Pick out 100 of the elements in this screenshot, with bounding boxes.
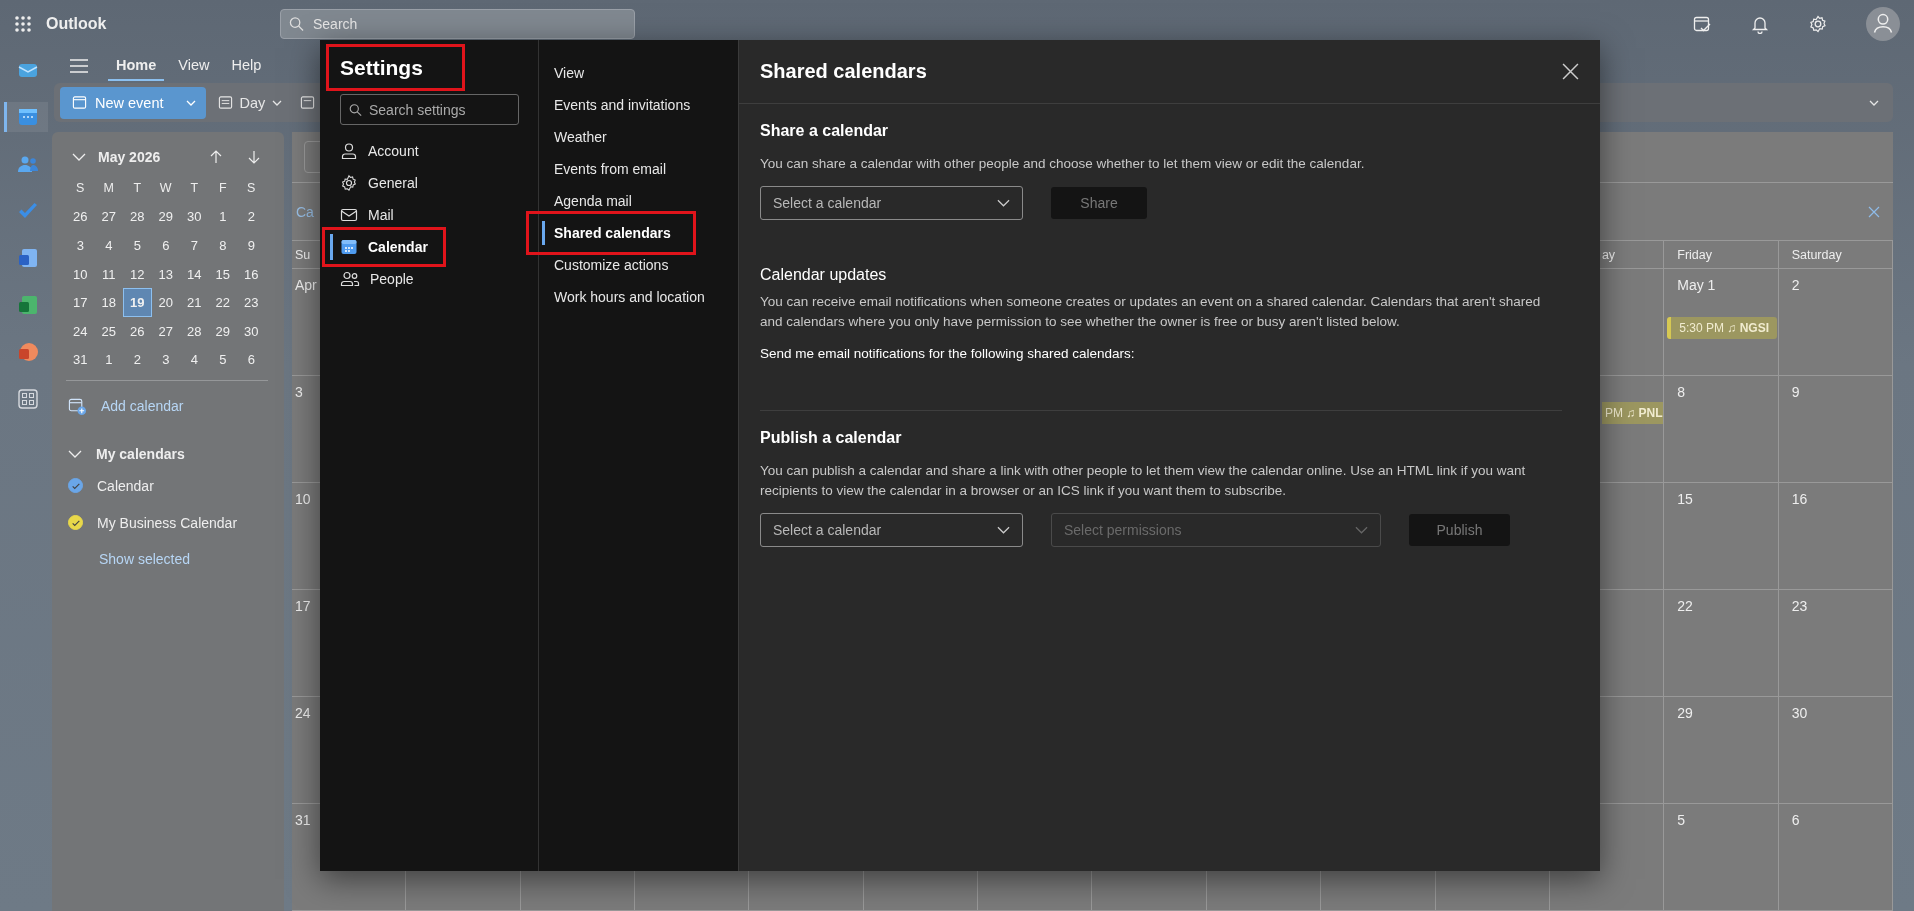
calendar-day[interactable]: 4 bbox=[94, 231, 123, 260]
search-field[interactable]: Search settings bbox=[340, 94, 519, 125]
calendar-day[interactable]: 2 bbox=[237, 202, 266, 232]
calendar-dropdown[interactable]: Select a calendar bbox=[760, 186, 1023, 220]
calendar-day[interactable]: 11 bbox=[94, 259, 123, 289]
calendar-day[interactable]: 26 bbox=[123, 316, 152, 346]
date-label: 31 bbox=[295, 812, 311, 828]
day-cell[interactable]: 2 bbox=[1778, 269, 1893, 376]
calendar-day[interactable]: 5 bbox=[208, 345, 237, 375]
ribbon-tab[interactable]: Help bbox=[223, 50, 270, 81]
calendar-day[interactable]: 27 bbox=[94, 202, 123, 232]
ribbon-tab[interactable]: View bbox=[170, 50, 218, 81]
calendar-day[interactable]: 27 bbox=[151, 316, 180, 346]
settings-subpage[interactable]: View bbox=[542, 61, 589, 85]
day-cell[interactable]: May 1 5:30 PM ♫ NGSI bbox=[1664, 269, 1779, 376]
new-event-button[interactable]: New event bbox=[60, 86, 176, 119]
calendar-day[interactable]: 16 bbox=[237, 259, 266, 289]
bell-icon[interactable] bbox=[1750, 14, 1770, 34]
chevron-down-icon[interactable] bbox=[72, 153, 86, 161]
day-cell[interactable]: 15 bbox=[1664, 483, 1779, 590]
app-rail-button[interactable] bbox=[4, 102, 48, 132]
calendar-name[interactable]: Calendar bbox=[97, 477, 154, 494]
settings-category[interactable]: Account bbox=[330, 138, 423, 164]
menu-icon[interactable] bbox=[70, 58, 88, 73]
day-cell[interactable]: 9 bbox=[1778, 376, 1893, 483]
calendar-day[interactable]: 5 bbox=[123, 231, 152, 260]
settings-category[interactable]: People bbox=[330, 266, 418, 292]
avatar-icon[interactable] bbox=[1866, 7, 1900, 41]
settings-subpage[interactable]: Work hours and location bbox=[542, 285, 709, 309]
calendar-day[interactable]: 23 bbox=[237, 288, 266, 317]
calendar-day[interactable]: 6 bbox=[151, 231, 180, 260]
chevron-down-icon[interactable] bbox=[1869, 99, 1879, 106]
calendar-day[interactable]: 14 bbox=[180, 259, 209, 289]
add-calendar-link[interactable]: Add calendar bbox=[101, 398, 184, 415]
description-text: You can publish a calendar and share a link with other people to let them view the calendar online. Use an HTML link if you want recipients to view the calendar in a browser or an ICS link if you want them to subscribe. bbox=[760, 462, 1527, 500]
calendar-day[interactable]: 28 bbox=[180, 316, 209, 346]
calendar-day[interactable]: 18 bbox=[94, 288, 123, 317]
day-cell[interactable]: 29 bbox=[1664, 697, 1779, 804]
calendar-day[interactable]: 28 bbox=[123, 202, 152, 232]
arrow-down-icon[interactable] bbox=[248, 150, 260, 164]
event-chip[interactable]: PM ♫ PNL bbox=[1601, 402, 1664, 424]
calendar-day[interactable]: 6 bbox=[237, 345, 266, 375]
calendar-day[interactable]: 29 bbox=[208, 316, 237, 346]
calendar-checkbox[interactable] bbox=[68, 515, 83, 531]
arrow-up-icon[interactable] bbox=[210, 150, 222, 164]
calendar-day[interactable]: 8 bbox=[208, 231, 237, 260]
settings-subpage[interactable]: Agenda mail bbox=[542, 189, 636, 213]
settings-subpage[interactable]: Events and invitations bbox=[542, 93, 695, 117]
calendar-day[interactable]: 7 bbox=[180, 231, 209, 260]
day-cell[interactable]: 23 bbox=[1778, 590, 1893, 697]
calendar-day[interactable]: 4 bbox=[180, 345, 209, 375]
calendar-check-icon[interactable] bbox=[1692, 14, 1712, 34]
settings-subpage[interactable]: Weather bbox=[542, 125, 611, 149]
calendar-day[interactable]: 15 bbox=[208, 259, 237, 289]
calendar-day[interactable]: 19 bbox=[123, 288, 152, 317]
calendar-checkbox[interactable] bbox=[68, 478, 83, 494]
show-selected-link[interactable]: Show selected bbox=[99, 551, 191, 568]
day-cell[interactable]: 5 bbox=[1664, 804, 1779, 911]
day-cell[interactable]: 6 bbox=[1778, 804, 1893, 911]
settings-subpage[interactable]: Shared calendars bbox=[542, 221, 675, 245]
new-event-dropdown[interactable] bbox=[175, 86, 206, 119]
calendar-day[interactable]: 3 bbox=[66, 231, 95, 260]
day-cell[interactable]: 8 bbox=[1664, 376, 1779, 483]
calendar-name[interactable]: My Business Calendar bbox=[97, 514, 238, 531]
settings-category[interactable]: General bbox=[330, 170, 422, 196]
event-chip[interactable]: 5:30 PM ♫ NGSI bbox=[1667, 317, 1777, 339]
calendar-day[interactable]: 1 bbox=[94, 345, 123, 375]
settings-icon[interactable] bbox=[1808, 14, 1828, 34]
settings-category[interactable]: Calendar bbox=[330, 234, 432, 260]
day-cell[interactable]: 22 bbox=[1664, 590, 1779, 697]
calendar-day[interactable]: 30 bbox=[237, 316, 266, 346]
settings-subpage[interactable]: Events from email bbox=[542, 157, 671, 181]
calendar-day[interactable]: 30 bbox=[180, 202, 209, 232]
calendar-week-icon[interactable] bbox=[300, 95, 316, 110]
calendar-day[interactable]: 25 bbox=[94, 316, 123, 346]
settings-category[interactable]: Mail bbox=[330, 202, 398, 228]
calendar-day[interactable]: 1 bbox=[208, 202, 237, 232]
calendar-day[interactable]: 17 bbox=[66, 288, 95, 317]
search-field[interactable]: Search bbox=[280, 9, 635, 39]
calendar-day[interactable]: 31 bbox=[66, 345, 95, 375]
calendar-day[interactable]: 29 bbox=[151, 202, 180, 232]
calendar-day[interactable]: 21 bbox=[180, 288, 209, 317]
calendar-day[interactable]: 26 bbox=[66, 202, 95, 232]
day-cell[interactable]: 30 bbox=[1778, 697, 1893, 804]
calendar-dropdown[interactable]: Select a calendar bbox=[760, 513, 1023, 547]
day-cell[interactable]: 16 bbox=[1778, 483, 1893, 590]
calendar-day[interactable]: 20 bbox=[151, 288, 180, 317]
close-icon[interactable] bbox=[1562, 63, 1579, 80]
calendar-day[interactable]: 10 bbox=[66, 259, 95, 289]
calendar-day[interactable]: 24 bbox=[66, 316, 95, 346]
calendar-day[interactable]: 9 bbox=[237, 231, 266, 260]
calendar-day[interactable]: 3 bbox=[151, 345, 180, 375]
app-launcher-icon[interactable] bbox=[14, 15, 32, 33]
day-view-button[interactable]: Day bbox=[209, 86, 291, 119]
settings-subpage[interactable]: Customize actions bbox=[542, 253, 673, 277]
calendar-day[interactable]: 13 bbox=[151, 259, 180, 289]
calendar-day[interactable]: 2 bbox=[123, 345, 152, 375]
ribbon-tab[interactable]: Home bbox=[108, 50, 165, 81]
calendar-day[interactable]: 22 bbox=[208, 288, 237, 317]
calendar-day[interactable]: 12 bbox=[123, 259, 152, 289]
